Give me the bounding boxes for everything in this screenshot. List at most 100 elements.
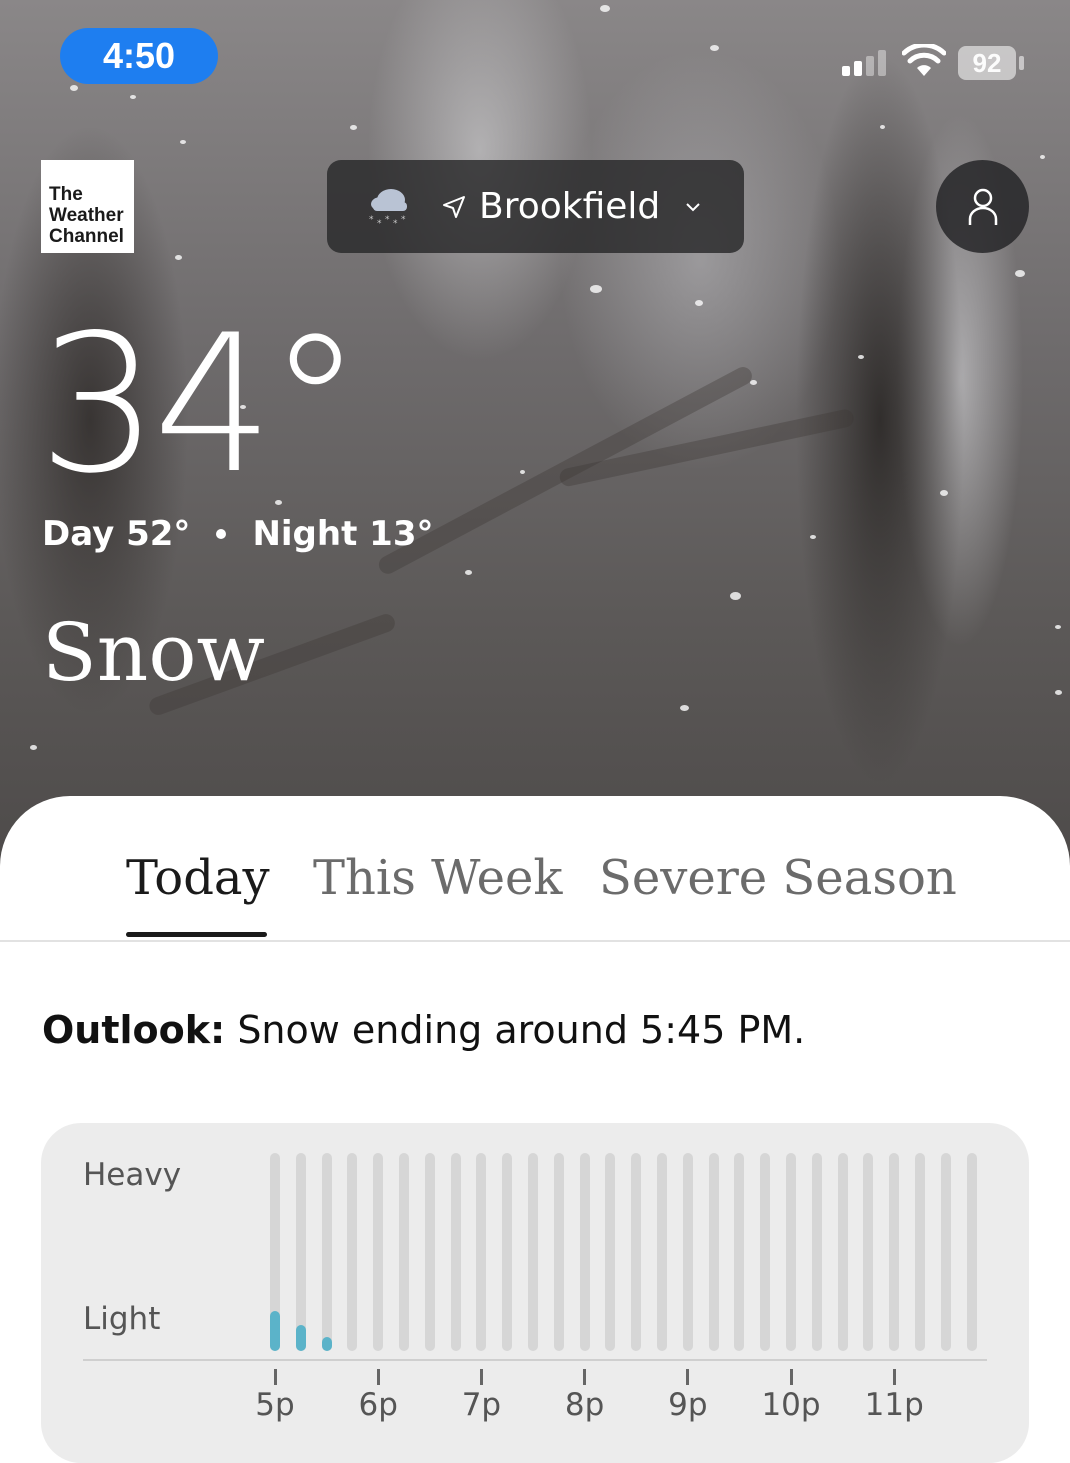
- snowflake: [730, 592, 741, 600]
- current-temperature: 34°: [38, 294, 363, 515]
- snowflake: [940, 490, 948, 496]
- logo-line: Channel: [49, 226, 124, 247]
- snowflake: [680, 705, 689, 711]
- x-axis-label: 7p: [461, 1387, 502, 1423]
- precip-bar-track: [837, 1153, 848, 1351]
- x-axis-tick: [583, 1369, 587, 1385]
- day-temp: Day 52°: [42, 514, 191, 554]
- outlook-text: Outlook: Snow ending around 5:45 PM.: [42, 1008, 805, 1052]
- precip-bar-track: [295, 1153, 306, 1351]
- svg-text:*: *: [393, 219, 398, 229]
- outlook-description: Snow ending around 5:45 PM.: [225, 1008, 806, 1052]
- x-axis-tick: [686, 1369, 690, 1385]
- y-label-heavy: Heavy: [83, 1157, 182, 1193]
- status-time[interactable]: 4:50: [60, 28, 218, 84]
- content-sheet: Today This Week Severe Season Outlook: S…: [0, 796, 1070, 1463]
- precip-bar: [321, 1337, 332, 1351]
- precip-bar-track: [347, 1153, 358, 1351]
- svg-text:*: *: [401, 215, 406, 225]
- wifi-icon: [902, 44, 946, 76]
- snowflake: [1055, 690, 1062, 695]
- snowflake: [810, 535, 816, 539]
- current-condition: Snow: [42, 606, 265, 699]
- location-name: Brookfield: [479, 186, 661, 227]
- x-axis-tick: [892, 1369, 896, 1385]
- active-tab-indicator: [126, 932, 267, 937]
- precip-bar-track: [528, 1153, 538, 1351]
- snowflake: [590, 285, 602, 293]
- precip-bar-track: [605, 1153, 616, 1351]
- night-temp: Night 13°: [252, 514, 434, 554]
- precip-bar-track: [915, 1153, 925, 1351]
- snowflake: [710, 45, 719, 51]
- precip-bar-track: [966, 1153, 977, 1351]
- x-axis-label: 5p: [255, 1387, 295, 1423]
- battery-tip: [1019, 56, 1024, 70]
- precip-bar-track: [734, 1153, 745, 1351]
- snowflake: [600, 5, 610, 12]
- location-selector[interactable]: * * * * * Brookfield: [327, 160, 744, 253]
- outlook-label: Outlook:: [42, 1008, 226, 1052]
- precip-bar-track: [786, 1153, 796, 1351]
- precip-bar-track: [579, 1153, 590, 1351]
- precip-bar-track: [450, 1153, 461, 1351]
- snow-cloud-icon: * * * * *: [369, 188, 407, 229]
- precip-bar: [270, 1311, 280, 1351]
- person-icon: [968, 188, 997, 225]
- snowflake: [30, 745, 37, 750]
- precip-bar-track: [424, 1153, 435, 1351]
- snowflake: [130, 95, 136, 99]
- precip-bar-track: [657, 1153, 667, 1351]
- chart-baseline: [83, 1359, 987, 1361]
- weather-channel-logo[interactable]: The Weather Channel: [41, 160, 134, 253]
- battery-indicator: 92: [958, 46, 1016, 80]
- snowflake: [858, 355, 864, 359]
- precip-bar-track: [476, 1153, 487, 1351]
- chevron-down-icon: [686, 202, 701, 211]
- svg-text:*: *: [369, 215, 374, 225]
- x-axis-tick: [789, 1369, 793, 1385]
- day-night-temps: Day 52° Night 13°: [42, 514, 434, 554]
- x-axis-tick: [273, 1369, 277, 1385]
- precip-bar-track: [399, 1153, 409, 1351]
- snowflake: [1015, 270, 1025, 277]
- snowflake: [175, 255, 182, 260]
- precip-bar-track: [373, 1153, 384, 1351]
- x-axis-label: 9p: [668, 1387, 708, 1423]
- precip-bar-track: [940, 1153, 951, 1351]
- snowflake: [465, 570, 472, 575]
- precip-bar-track: [708, 1153, 719, 1351]
- x-axis-label: 10p: [761, 1387, 821, 1423]
- tab-this-week[interactable]: This Week: [313, 850, 563, 906]
- profile-button[interactable]: [936, 160, 1029, 253]
- separator-dot: [216, 529, 227, 539]
- x-axis-tick: [376, 1369, 380, 1385]
- x-axis-label: 11p: [864, 1387, 924, 1423]
- logo-line: Weather: [49, 205, 124, 226]
- precip-bar-track: [321, 1153, 332, 1351]
- precip-bar-track: [863, 1153, 874, 1351]
- snowflake: [70, 85, 78, 91]
- snowflake: [880, 125, 885, 129]
- logo-line: The: [49, 184, 83, 205]
- precip-bar-track: [760, 1153, 771, 1351]
- precip-bar: [295, 1325, 306, 1351]
- precip-bar-track: [682, 1153, 693, 1351]
- tab-severe-season[interactable]: Severe Season: [599, 850, 957, 906]
- precip-bar-track: [631, 1153, 642, 1351]
- y-label-light: Light: [83, 1301, 161, 1337]
- tab-today[interactable]: Today: [126, 850, 270, 906]
- x-axis-tick: [479, 1369, 483, 1385]
- snowflake: [695, 300, 703, 306]
- snowflake: [350, 125, 357, 130]
- snowflake: [750, 380, 757, 385]
- x-axis-label: 6p: [358, 1387, 398, 1423]
- x-axis-label: 8p: [564, 1387, 605, 1423]
- snowflake: [1040, 155, 1045, 159]
- svg-text:*: *: [377, 219, 382, 229]
- svg-text:*: *: [385, 215, 390, 225]
- precipitation-chart: Heavy Light 5p 6p 7p 8p 9p 10p 11p: [41, 1123, 1029, 1463]
- snowflake: [180, 140, 186, 144]
- precip-bar-track: [553, 1153, 564, 1351]
- precip-bar-track: [502, 1153, 513, 1351]
